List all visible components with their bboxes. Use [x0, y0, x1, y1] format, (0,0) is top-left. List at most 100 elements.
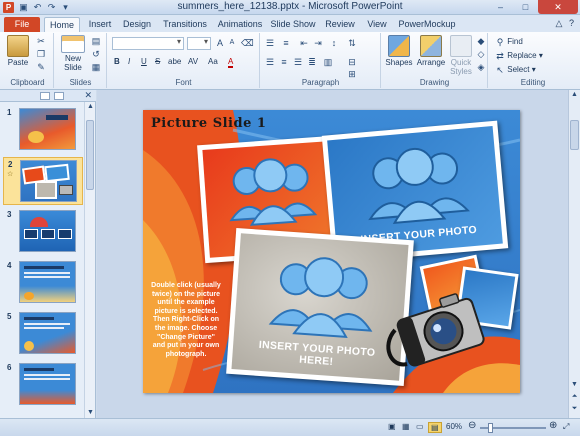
outline-tab[interactable] [54, 92, 64, 100]
ribbon-tabs: File Home Insert Design Transitions Anim… [0, 15, 580, 32]
character-spacing-button[interactable]: AV [188, 57, 198, 66]
tab-animations[interactable]: Animations [216, 17, 264, 32]
underline-button[interactable]: U [141, 57, 147, 66]
slide-thumbnail-5[interactable]: 5 [3, 310, 83, 358]
minimize-button[interactable]: – [488, 0, 513, 14]
zoom-level[interactable]: 60% [446, 422, 462, 431]
font-size-combo[interactable] [187, 37, 211, 50]
clear-formatting-button[interactable]: ⌫ [241, 38, 254, 48]
select-cursor-icon: ↖ [496, 65, 504, 75]
new-slide-icon [61, 35, 85, 53]
camera-icon[interactable] [381, 286, 491, 376]
minimize-ribbon-icon[interactable]: △ [556, 18, 563, 28]
cut-button[interactable]: ✂ [36, 36, 46, 46]
arrange-button[interactable]: Arrange [416, 35, 446, 67]
slides-tab[interactable] [40, 92, 50, 100]
reset-button[interactable]: ↺ [91, 49, 101, 59]
text-direction-icon: ⇅ [348, 38, 356, 48]
replace-button[interactable]: ⇄ Replace ▾ [495, 51, 543, 61]
close-panel-icon[interactable]: ✕ [84, 90, 92, 101]
slide-title[interactable]: Picture Slide 1 [151, 116, 266, 131]
decrease-indent-button[interactable]: ⇤ [299, 38, 309, 48]
scrollbar-thumb[interactable] [86, 120, 94, 190]
scroll-up-icon[interactable]: ▲ [569, 90, 580, 100]
font-family-combo[interactable] [112, 37, 184, 50]
format-painter-button[interactable]: ✎ [36, 62, 46, 72]
previous-slide-icon[interactable]: ⏶ [569, 392, 580, 402]
bullets-button[interactable]: ☰ [265, 38, 275, 48]
zoom-slider-thumb[interactable] [488, 423, 493, 433]
quick-styles-button[interactable]: Quick Styles [448, 35, 474, 76]
scroll-down-icon[interactable]: ▼ [569, 380, 580, 390]
slide-show-icon[interactable]: ▤ [428, 422, 442, 433]
shapes-label: Shapes [385, 58, 413, 67]
shape-effects-button[interactable]: ◈ [476, 62, 486, 72]
copy-button[interactable]: ❐ [36, 49, 46, 59]
close-button[interactable]: ✕ [538, 0, 578, 14]
reading-view-icon[interactable]: ▭ [416, 422, 424, 431]
tab-slide-show[interactable]: Slide Show [270, 17, 316, 32]
justify-button[interactable]: ≣ [307, 57, 317, 67]
align-text-button[interactable]: ⊟ [347, 57, 357, 67]
slide-instructions[interactable]: Double click (usually twice) on the pict… [151, 282, 221, 359]
slide-thumbnail-4[interactable]: 4 [3, 259, 83, 307]
layout-button[interactable]: ▤ [91, 36, 101, 46]
shape-fill-button[interactable]: ◆ [476, 36, 486, 46]
align-left-button[interactable]: ☰ [265, 57, 275, 67]
maximize-button[interactable]: □ [513, 0, 538, 14]
slide-thumbnail-2[interactable]: 2 ☆ [3, 157, 83, 205]
align-center-button[interactable]: ≡ [279, 57, 289, 67]
slide-thumbnail-3[interactable]: 3 [3, 208, 83, 256]
paste-button[interactable]: Paste [6, 35, 30, 67]
tab-transitions[interactable]: Transitions [160, 17, 210, 32]
shrink-font-button[interactable]: A [227, 38, 237, 48]
tab-file[interactable]: File [4, 17, 40, 32]
numbering-button[interactable]: ≡ [281, 38, 291, 48]
tab-view[interactable]: View [362, 17, 392, 32]
shadow-button[interactable]: abe [168, 57, 181, 66]
slide-thumbnail-6[interactable]: 6 [3, 361, 83, 409]
grow-font-button[interactable]: A [215, 38, 225, 48]
zoom-in-button[interactable]: ⊕ [549, 420, 557, 431]
normal-view-icon[interactable]: ▣ [388, 422, 396, 431]
grow-font-icon: A [216, 38, 223, 48]
slide-sorter-icon[interactable]: ▦ [402, 422, 410, 431]
tab-powermockup[interactable]: PowerMockup [398, 17, 456, 32]
thumbnail-image [19, 261, 76, 303]
section-button[interactable]: ▦ [91, 62, 101, 72]
tab-design[interactable]: Design [121, 17, 153, 32]
shrink-font-icon: A [229, 39, 235, 46]
slide-thumbnail-1[interactable]: 1 [3, 106, 83, 154]
find-button[interactable]: ⚲ Find [495, 37, 523, 47]
select-button[interactable]: ↖ Select ▾ [495, 65, 536, 75]
shape-outline-icon: ◇ [477, 49, 485, 59]
align-right-button[interactable]: ☰ [293, 57, 303, 67]
scroll-up-icon[interactable]: ▲ [85, 102, 96, 112]
thumbnail-image [19, 210, 76, 252]
scrollbar-thumb[interactable] [570, 120, 579, 150]
tab-home[interactable]: Home [44, 17, 80, 32]
new-slide-button[interactable]: New Slide [59, 35, 87, 72]
strikethrough-button[interactable]: S [155, 57, 160, 66]
shape-outline-button[interactable]: ◇ [476, 49, 486, 59]
editor-vertical-scrollbar[interactable]: ▲ ▼ ⏶ ⏷ [568, 90, 580, 418]
increase-indent-button[interactable]: ⇥ [313, 38, 323, 48]
tab-review[interactable]: Review [322, 17, 358, 32]
line-spacing-button[interactable]: ↕ [329, 38, 339, 48]
slides-panel-scrollbar[interactable]: ▲ ▼ [84, 102, 95, 418]
change-case-button[interactable]: Aa [208, 57, 218, 66]
bold-button[interactable]: B [114, 57, 120, 66]
drawing-group-label: Drawing [419, 78, 450, 87]
slide-canvas[interactable]: Picture Slide 1 INSERT YOUR PHOTO Double… [143, 110, 520, 393]
text-direction-button[interactable]: ⇅ [347, 38, 357, 48]
font-color-button[interactable]: A [228, 57, 234, 68]
columns-button[interactable]: ▥ [323, 57, 333, 67]
tab-insert[interactable]: Insert [84, 17, 116, 32]
help-icon[interactable]: ? [569, 18, 574, 28]
fit-slide-icon[interactable]: ⤢ [563, 422, 569, 432]
next-slide-icon[interactable]: ⏷ [569, 404, 580, 414]
scroll-down-icon[interactable]: ▼ [85, 408, 96, 418]
zoom-out-button[interactable]: ⊖ [468, 420, 476, 431]
italic-button[interactable]: I [128, 57, 130, 66]
shapes-button[interactable]: Shapes [384, 35, 414, 67]
